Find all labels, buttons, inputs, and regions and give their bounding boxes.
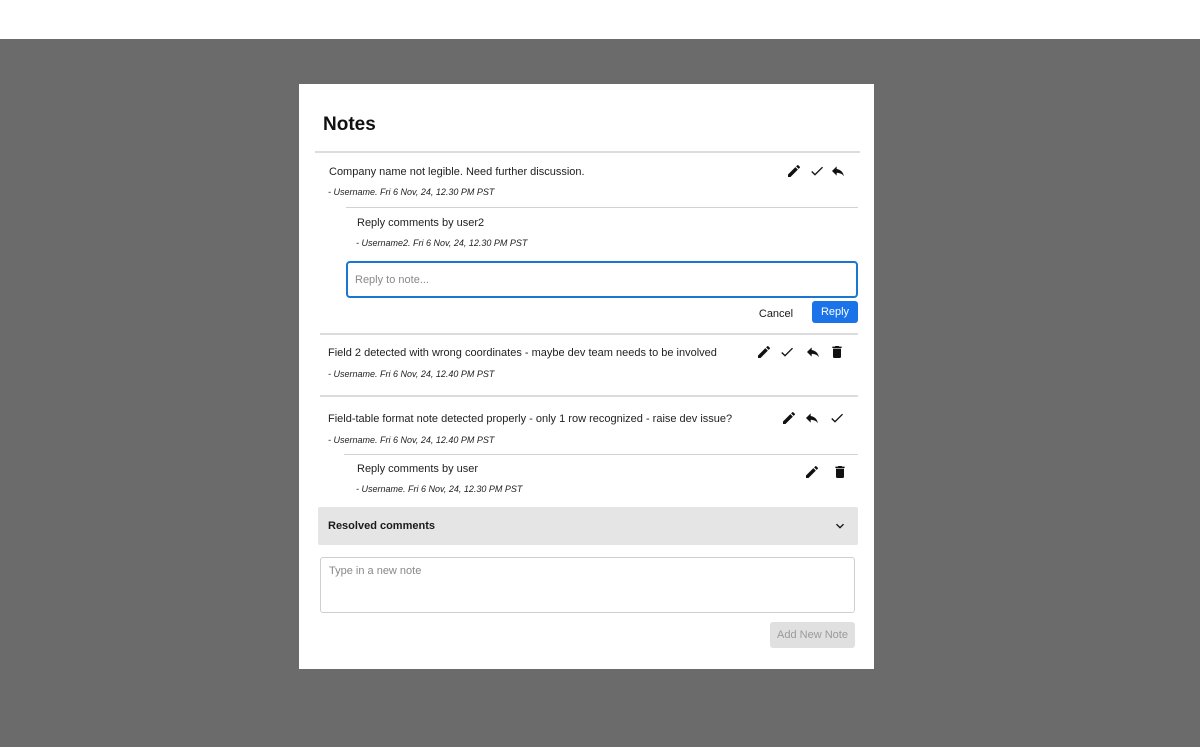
reply-text: Reply comments by user [357, 463, 479, 475]
note-divider [320, 395, 858, 397]
note-meta: - Username. Fri 6 Nov, 24, 12.40 PM PST [328, 369, 495, 379]
pencil-icon[interactable] [786, 163, 802, 179]
reply-button[interactable]: Reply [812, 301, 858, 323]
reply-divider [344, 454, 858, 455]
reply-input[interactable] [346, 261, 858, 298]
note-divider [320, 333, 858, 335]
trash-icon[interactable] [832, 464, 848, 480]
reply-divider [346, 207, 858, 208]
reply-meta: - Username2. Fri 6 Nov, 24, 12.30 PM PST [356, 238, 528, 248]
pencil-icon[interactable] [781, 410, 797, 426]
chevron-down-icon[interactable] [832, 518, 848, 534]
note-text: Field 2 detected with wrong coordinates … [328, 347, 717, 359]
check-icon[interactable] [829, 410, 845, 426]
note-meta: - Username. Fri 6 Nov, 24, 12.30 PM PST [328, 187, 495, 197]
cancel-button[interactable]: Cancel [751, 304, 801, 324]
pencil-icon[interactable] [756, 344, 772, 360]
pencil-icon[interactable] [804, 464, 820, 480]
reply-text: Reply comments by user2 [357, 217, 485, 229]
note-meta: - Username. Fri 6 Nov, 24, 12.40 PM PST [328, 435, 495, 445]
new-note-input[interactable] [320, 557, 855, 613]
note-text: Field-table format note detected properl… [328, 413, 733, 425]
page-bottom-strip [0, 747, 1200, 754]
title-divider [315, 151, 860, 153]
notes-dialog: Notes Company name not legible. Need fur… [299, 84, 874, 669]
resolved-comments-accordion[interactable]: Resolved comments [318, 507, 858, 545]
reply-meta: - Username. Fri 6 Nov, 24, 12.30 PM PST [356, 484, 523, 494]
trash-icon[interactable] [829, 344, 845, 360]
dialog-title: Notes [323, 114, 376, 135]
check-icon[interactable] [809, 163, 825, 179]
resolved-comments-label: Resolved comments [328, 520, 435, 532]
reply-icon[interactable] [830, 163, 846, 179]
reply-icon[interactable] [805, 344, 821, 360]
reply-icon[interactable] [804, 410, 820, 426]
check-icon[interactable] [779, 344, 795, 360]
add-new-note-button[interactable]: Add New Note [770, 622, 855, 648]
note-text: Company name not legible. Need further d… [329, 166, 585, 178]
